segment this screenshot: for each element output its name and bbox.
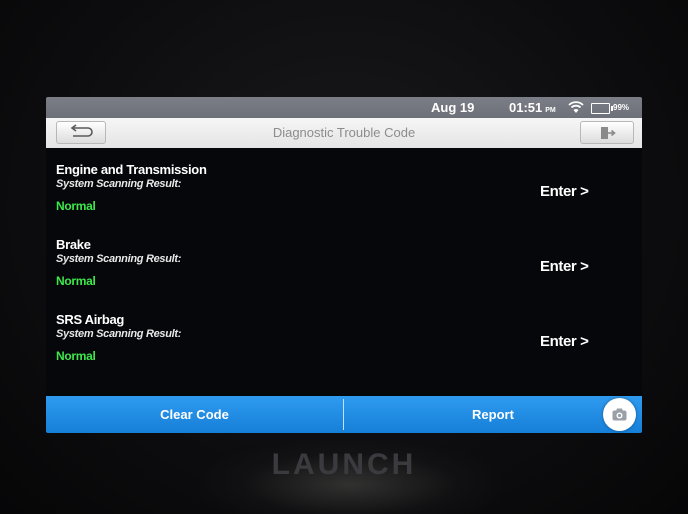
system-result-label: System Scanning Result: [56,253,182,265]
system-name: SRS Airbag [56,312,125,327]
system-name: Engine and Transmission [56,162,207,177]
status-time-value: 01:51 [509,100,543,115]
device-screen: Aug 19 01:51 PM 99% Diagnostic Trouble Co… [46,97,642,433]
clear-code-button[interactable]: Clear Code [46,396,343,433]
system-name: Brake [56,237,91,252]
title-bar: Diagnostic Trouble Code [46,118,642,148]
system-item-srs-airbag[interactable]: SRS Airbag System Scanning Result: Norma… [46,298,642,373]
system-item-brake[interactable]: Brake System Scanning Result: Normal Ent… [46,223,642,298]
camera-icon [612,408,627,421]
status-bar: Aug 19 01:51 PM 99% [46,97,642,118]
system-result-label: System Scanning Result: [56,328,182,340]
system-result-label: System Scanning Result: [56,178,182,190]
status-date: Aug 19 [431,100,475,115]
system-result-value: Normal [56,274,96,288]
status-ampm: PM [545,107,556,114]
system-item-engine[interactable]: Engine and Transmission System Scanning … [46,148,642,223]
screenshot-button[interactable] [603,398,636,431]
system-list: Engine and Transmission System Scanning … [46,148,642,373]
report-button[interactable]: Report [344,396,642,433]
diagnostic-device: Aug 19 01:51 PM 99% Diagnostic Trouble Co… [0,0,688,514]
enter-button[interactable]: Enter > [540,258,589,275]
enter-button[interactable]: Enter > [540,183,589,200]
exit-door-icon [601,127,616,139]
system-result-value: Normal [56,199,96,213]
status-time: 01:51 PM [509,100,556,115]
enter-button[interactable]: Enter > [540,333,589,350]
system-result-value: Normal [56,349,96,363]
exit-button[interactable] [580,121,634,144]
battery-percent: 99% [613,103,630,112]
battery-icon [591,103,613,114]
page-title: Diagnostic Trouble Code [272,125,416,140]
wifi-icon [568,101,584,113]
bottom-action-bar: Clear Code Report [46,396,642,433]
brand-logo: LAUNCH [271,448,417,481]
